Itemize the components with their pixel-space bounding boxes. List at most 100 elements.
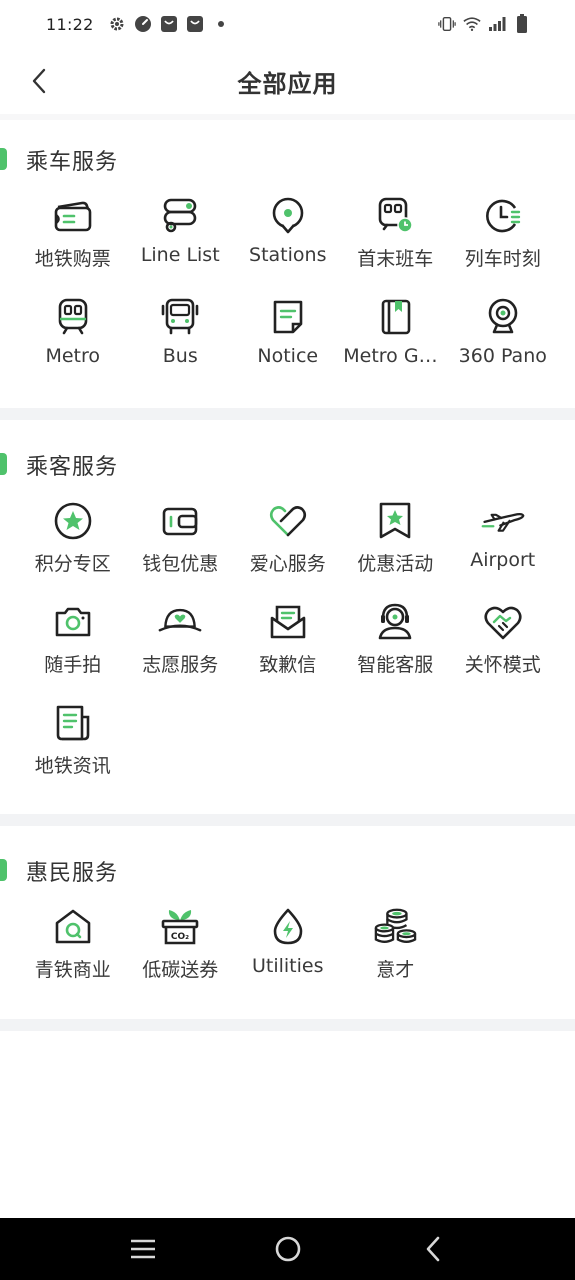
route-icon <box>158 194 202 238</box>
app-grid: 青铁商业 CO₂ 低碳送券 Utilities 意才 <box>0 891 575 992</box>
heart-icon <box>266 499 310 543</box>
app-item-label: 爱心服务 <box>249 553 326 575</box>
app-item-first-last-train[interactable]: 首末班车 <box>342 180 450 281</box>
panorama-camera-icon <box>481 295 525 339</box>
section-title: 乘车服务 <box>26 150 119 175</box>
app-item-volunteer[interactable]: 志愿服务 <box>127 586 235 687</box>
page-title: 全部应用 <box>237 69 338 98</box>
header-divider <box>0 114 575 120</box>
app-item-label: 低碳送券 <box>142 959 219 981</box>
app-item-label: 智能客服 <box>357 654 434 676</box>
status-time: 11:22 <box>46 14 94 34</box>
app-item-care-mode[interactable]: 关怀模式 <box>449 586 557 687</box>
app-item-metro[interactable]: Metro <box>19 281 127 382</box>
app-item-label: Metro Gui... <box>343 345 448 367</box>
app-item-label: 列车时刻 <box>464 248 541 270</box>
care-handshake-icon <box>481 600 525 644</box>
app-item-notice[interactable]: Notice <box>234 281 342 382</box>
section-header: 乘客服务 <box>0 445 575 485</box>
app-grid: 地铁购票 Line List Stations 首末班车 列车时刻 Metro … <box>0 180 575 382</box>
app-item-label: Utilities <box>251 955 324 977</box>
app-item-label: 意才 <box>376 959 415 981</box>
app-item-label: Airport <box>470 549 536 571</box>
system-nav-bar <box>0 1218 575 1280</box>
bookmark-star-icon <box>373 499 417 543</box>
app-item-label: 关怀模式 <box>464 654 541 676</box>
app-item-stations[interactable]: Stations <box>234 180 342 281</box>
app-item-wallet[interactable]: 钱包优惠 <box>127 485 235 586</box>
settings-gear-icon <box>108 15 126 33</box>
app-item-label: 随手拍 <box>44 654 102 676</box>
status-bar: 11:22 <box>0 0 575 48</box>
back-arrow-icon <box>426 1236 439 1262</box>
app-item-love-service[interactable]: 爱心服务 <box>234 485 342 586</box>
timetable-clock-icon <box>481 194 525 238</box>
battery-icon <box>513 14 531 33</box>
app-item-line-list[interactable]: Line List <box>127 180 235 281</box>
menu-lines-icon <box>130 1239 155 1259</box>
app-item-smart-support[interactable]: 智能客服 <box>342 586 450 687</box>
app-item-label: 志愿服务 <box>142 654 219 676</box>
section-title: 乘客服务 <box>26 455 119 480</box>
header: 全部应用 <box>0 48 575 114</box>
airplane-icon <box>481 499 525 543</box>
app-item-label: Line List <box>140 244 220 266</box>
app-item-airport[interactable]: Airport <box>449 485 557 586</box>
energy-drop-icon <box>266 905 310 949</box>
system-back-button[interactable] <box>413 1229 453 1269</box>
app-item-label: 钱包优惠 <box>142 553 219 575</box>
app-item-low-carbon[interactable]: CO₂ 低碳送券 <box>127 891 235 992</box>
speedometer-icon <box>134 15 152 33</box>
app-item-metro-guide[interactable]: Metro Gui... <box>342 281 450 382</box>
app-item-snapshot[interactable]: 随手拍 <box>19 586 127 687</box>
recent-apps-button[interactable] <box>123 1229 163 1269</box>
app-item-metro-news[interactable]: 地铁资讯 <box>19 687 127 788</box>
section-header: 惠民服务 <box>0 851 575 891</box>
app-item-label: 优惠活动 <box>357 553 434 575</box>
app-item-yicai[interactable]: 意才 <box>342 891 450 992</box>
section-divider <box>0 814 575 826</box>
app-item-qingtie-commerce[interactable]: 青铁商业 <box>19 891 127 992</box>
back-button[interactable] <box>22 64 56 98</box>
volunteer-cap-icon <box>158 600 202 644</box>
app-item-label: 青铁商业 <box>34 959 111 981</box>
section-divider <box>0 1019 575 1031</box>
app-item-label: Metro <box>45 345 101 367</box>
home-button[interactable] <box>268 1229 308 1269</box>
vibrate-icon <box>438 15 456 33</box>
app-item-360-pano[interactable]: 360 Pano <box>449 281 557 382</box>
headset-agent-icon <box>373 600 417 644</box>
shopping-bag-icon-2 <box>186 15 204 33</box>
notification-dot-icon <box>212 15 230 33</box>
wallet-icon <box>158 499 202 543</box>
app-item-label: 360 Pano <box>458 345 547 367</box>
app-item-label: Bus <box>162 345 198 367</box>
wifi-icon <box>463 15 481 33</box>
app-item-ticket[interactable]: 地铁购票 <box>19 180 127 281</box>
chevron-left-icon <box>32 68 46 94</box>
app-item-timetable[interactable]: 列车时刻 <box>449 180 557 281</box>
app-item-apology-letter[interactable]: 致歉信 <box>234 586 342 687</box>
shop-house-icon <box>51 905 95 949</box>
bus-icon <box>158 295 202 339</box>
app-item-promotions[interactable]: 优惠活动 <box>342 485 450 586</box>
train-clock-icon <box>373 194 417 238</box>
app-item-bus[interactable]: Bus <box>127 281 235 382</box>
section-divider <box>0 408 575 420</box>
coins-stack-icon <box>373 905 417 949</box>
status-left: 11:22 <box>46 15 230 34</box>
section-accent-bar <box>0 859 7 881</box>
location-pin-icon <box>266 194 310 238</box>
metro-train-icon <box>51 295 95 339</box>
ticket-icon <box>51 194 95 238</box>
app-item-points[interactable]: 积分专区 <box>19 485 127 586</box>
home-circle-icon <box>275 1236 300 1262</box>
section-passenger-service: 乘客服务 积分专区 钱包优惠 爱心服务 优惠活动 Airport 随手拍 志愿服… <box>0 445 575 788</box>
app-item-label: Stations <box>249 244 327 266</box>
camera-icon <box>51 600 95 644</box>
signal-icon <box>488 15 506 33</box>
app-item-utilities[interactable]: Utilities <box>234 891 342 992</box>
notice-note-icon <box>266 295 310 339</box>
app-item-label: 地铁资讯 <box>34 755 111 777</box>
news-icon <box>51 701 95 745</box>
